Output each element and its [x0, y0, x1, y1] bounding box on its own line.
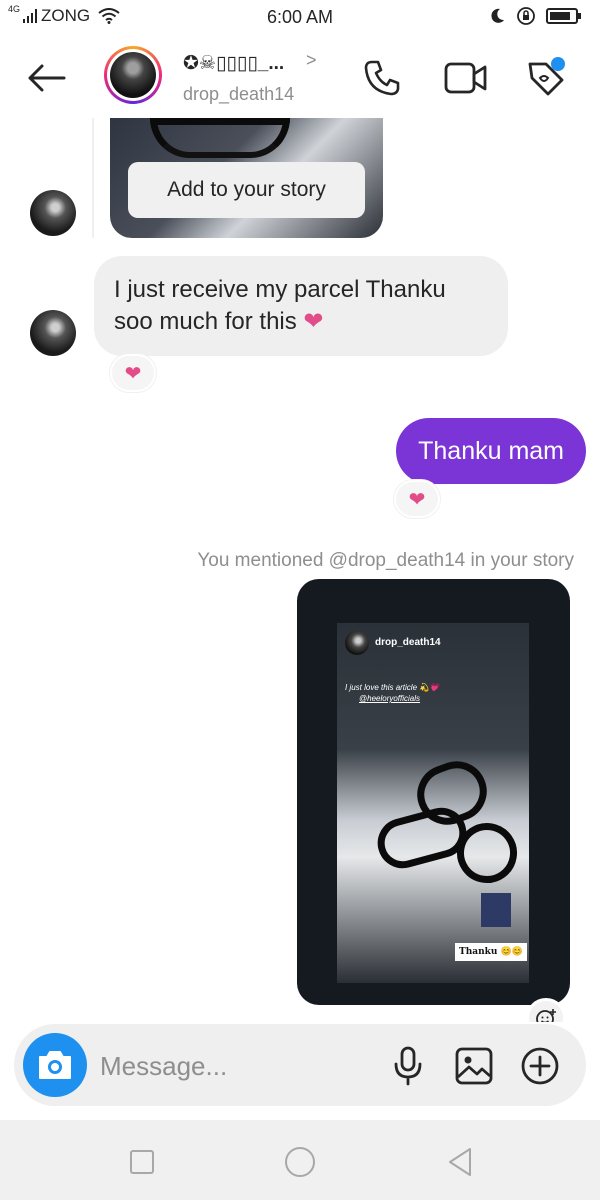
gallery-icon: [455, 1047, 493, 1085]
add-to-story-button[interactable]: Add to your story: [128, 162, 365, 218]
incoming-message-text: I just receive my parcel Thanku soo much…: [114, 276, 446, 335]
heart-icon: ❤: [124, 362, 142, 385]
chevron-right-icon[interactable]: >: [306, 50, 317, 71]
video-camera-icon: [444, 62, 487, 94]
sender-avatar[interactable]: [30, 190, 76, 236]
back-triangle-icon: [449, 1148, 471, 1176]
battery-icon: [546, 8, 581, 24]
chat-thread[interactable]: Add to your story I just receive my parc…: [0, 118, 600, 1022]
camera-icon: [39, 1051, 71, 1079]
outgoing-message[interactable]: Thanku mam: [396, 418, 586, 484]
voice-message-button[interactable]: [386, 1044, 430, 1088]
system-nav-bar: [0, 1120, 600, 1200]
story-username: drop_death14: [375, 637, 441, 648]
more-options-button[interactable]: [518, 1044, 562, 1088]
story-caption: I just love this article 💫💗: [345, 683, 440, 692]
sandal-strap-decoration: [372, 802, 472, 874]
plus-icon: [521, 1047, 559, 1085]
contact-avatar[interactable]: [104, 46, 162, 104]
back-nav-button[interactable]: [438, 1140, 482, 1184]
contact-name[interactable]: ✪☠▯▯▯▯_...: [183, 52, 284, 75]
recents-button[interactable]: [120, 1140, 164, 1184]
story-thumbnail: [481, 893, 511, 927]
phone-icon: [364, 60, 400, 96]
camera-button[interactable]: [23, 1033, 87, 1097]
story-mention-note: You mentioned @drop_death14 in your stor…: [197, 550, 574, 571]
voice-call-button[interactable]: [360, 56, 404, 100]
reply-thread-line: [92, 118, 94, 238]
home-button[interactable]: [278, 1140, 322, 1184]
story-mention: @heeloryofficials: [359, 694, 421, 703]
tag-button[interactable]: [524, 56, 568, 100]
story-text-tag: Thanku 😊😊: [455, 943, 527, 961]
message-reaction[interactable]: ❤: [110, 354, 156, 392]
message-composer: [14, 1024, 586, 1106]
incoming-message[interactable]: I just receive my parcel Thanku soo much…: [94, 256, 508, 356]
contact-username[interactable]: drop_death14: [183, 84, 294, 105]
video-call-button[interactable]: [444, 56, 488, 100]
story-image: drop_death14 I just love this article 💫💗…: [337, 623, 529, 983]
gallery-button[interactable]: [452, 1044, 496, 1088]
heart-emoji: ❤: [303, 308, 324, 335]
shared-post-card[interactable]: Add to your story: [110, 118, 383, 238]
post-image: [150, 118, 290, 158]
status-bar: 4G ZONG 6:00 AM: [0, 0, 600, 34]
story-avatar: [345, 631, 369, 655]
back-arrow-icon: [28, 64, 66, 92]
story-share-card[interactable]: drop_death14 I just love this article 💫💗…: [297, 579, 570, 1005]
outgoing-message-text: Thanku mam: [418, 436, 564, 465]
home-circle-icon: [285, 1147, 315, 1177]
back-button[interactable]: [24, 58, 68, 98]
sticker-icon: [536, 1009, 556, 1022]
recents-square-icon: [130, 1150, 154, 1174]
microphone-icon: [394, 1046, 422, 1086]
sender-avatar[interactable]: [30, 310, 76, 356]
status-right: [488, 6, 582, 26]
tag-icon: [528, 57, 565, 96]
moon-icon: [491, 8, 504, 23]
message-input[interactable]: [100, 1046, 380, 1086]
chat-header: ✪☠▯▯▯▯_... > drop_death14: [0, 38, 600, 118]
contact-avatar-image: [110, 52, 156, 98]
rotation-lock-icon: [517, 7, 535, 25]
message-reaction[interactable]: ❤: [394, 480, 440, 518]
heart-icon: ❤: [408, 488, 426, 511]
